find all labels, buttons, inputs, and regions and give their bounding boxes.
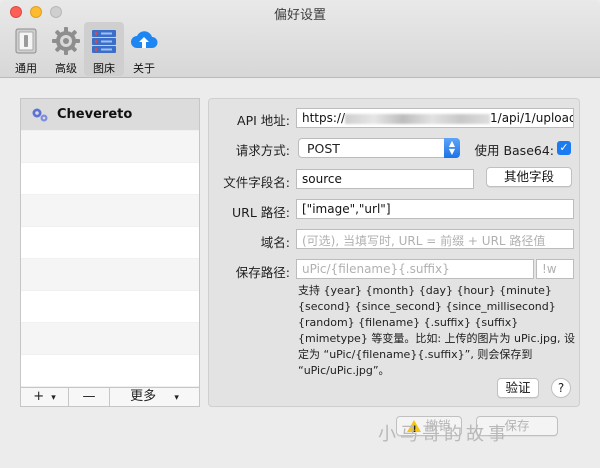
url-path-label: URL 路径:	[232, 205, 290, 220]
method-select[interactable]: POST ▲ ▼	[298, 138, 460, 158]
toolbar-item-about[interactable]: 关于	[124, 22, 164, 76]
toolbar-item-general[interactable]: 通用	[6, 22, 46, 76]
host-list: Chevereto	[20, 98, 200, 388]
list-button-bar: + ▾ — 更多 ▾	[20, 388, 200, 407]
save-path-suffix-input[interactable]: !w	[536, 259, 574, 279]
list-item[interactable]: Chevereto	[21, 99, 199, 131]
list-row-empty	[21, 291, 199, 323]
remove-button[interactable]: —	[69, 388, 110, 406]
more-label: 更多	[130, 389, 157, 404]
save-path-label: 保存路径:	[235, 265, 290, 280]
help-button[interactable]: ?	[551, 378, 571, 398]
add-button[interactable]: + ▾	[21, 388, 69, 406]
verify-button[interactable]: 验证	[497, 378, 539, 398]
list-item-label: Chevereto	[57, 107, 133, 122]
url-path-input[interactable]: ["image","url"]	[296, 199, 574, 219]
preferences-window: 偏好设置 通用 高级 图床 关于 Chevereto + ▾ — 更多 ▾ AP…	[0, 0, 600, 468]
titlebar: 偏好设置 通用 高级 图床 关于	[0, 0, 600, 78]
base64-label: 使用 Base64:	[474, 143, 554, 158]
list-row-empty	[21, 323, 199, 355]
toolbar-item-image-host[interactable]: 图床	[84, 22, 124, 76]
window-title: 偏好设置	[273, 8, 326, 23]
domain-label: 域名:	[260, 235, 290, 250]
other-fields-button[interactable]: 其他字段	[486, 167, 572, 187]
list-row-empty	[21, 355, 199, 387]
redacted-host	[345, 113, 491, 124]
list-row-empty	[21, 259, 199, 291]
cloud-upload-icon	[131, 31, 158, 48]
add-label: +	[33, 389, 45, 404]
gear-icon	[52, 27, 80, 55]
method-value: POST	[307, 141, 340, 156]
gears-icon	[32, 108, 48, 122]
toolbar-label-image-host: 图床	[93, 62, 115, 75]
api-suffix: 1/api/1/upload	[490, 111, 574, 125]
save-path-input[interactable]: uPic/{filename}{.suffix}	[296, 259, 534, 279]
switch-icon	[15, 28, 37, 54]
api-prefix: https://	[302, 111, 346, 125]
image-host-icon	[92, 30, 116, 53]
list-row-empty	[21, 195, 199, 227]
toolbar-label-about: 关于	[133, 62, 155, 75]
domain-input[interactable]: (可选), 当填写时, URL = 前缀 + URL 路径值	[296, 229, 574, 249]
list-row-empty	[21, 163, 199, 195]
list-row-empty	[21, 131, 199, 163]
file-field-label: 文件字段名:	[223, 175, 290, 190]
toolbar-label-advanced: 高级	[55, 62, 77, 75]
chevron-down-icon: ▾	[174, 393, 179, 403]
file-field-input[interactable]: source	[296, 169, 474, 189]
toolbar-item-advanced[interactable]: 高级	[46, 22, 86, 76]
base64-checkbox[interactable]: ✓	[557, 141, 571, 155]
api-label: API 地址:	[237, 113, 290, 128]
api-url-field[interactable]: https:// 1/api/1/upload	[296, 108, 574, 128]
stepper-arrows-icon: ▲ ▼	[444, 138, 460, 158]
chevron-down-icon: ▾	[51, 393, 56, 403]
list-row-empty	[21, 227, 199, 259]
watermark-text: 小马哥的故事	[378, 424, 510, 445]
variables-help-text: 支持 {year} {month} {day} {hour} {minute} …	[298, 284, 575, 377]
more-button[interactable]: 更多 ▾	[110, 388, 199, 406]
method-label: 请求方式:	[235, 143, 290, 158]
toolbar-label-general: 通用	[15, 62, 37, 75]
